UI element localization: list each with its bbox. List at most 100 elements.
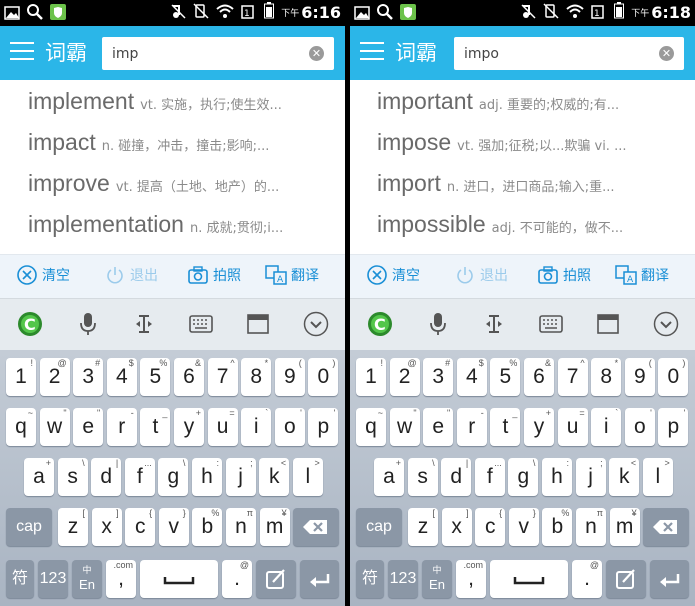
clear-button[interactable]: 清空 xyxy=(16,264,70,286)
key-j[interactable]: j; xyxy=(225,458,256,496)
key-y[interactable]: y + xyxy=(524,408,554,446)
key-l[interactable]: l > xyxy=(292,458,323,496)
key-w[interactable]: w " xyxy=(389,408,420,446)
key-8[interactable]: 8 * xyxy=(591,358,622,396)
key-u[interactable]: u = xyxy=(207,408,238,446)
exit-button[interactable]: 退出 xyxy=(454,264,508,286)
space-key[interactable] xyxy=(490,560,568,598)
symbol-key[interactable]: 符 xyxy=(356,560,384,598)
list-item[interactable]: impact n. 碰撞，冲击，撞击;影响;... xyxy=(28,129,341,163)
key-s[interactable]: s \ xyxy=(57,458,88,496)
language-switch-key[interactable]: 中 En xyxy=(72,560,102,598)
key-7[interactable]: 7 ^ xyxy=(557,358,588,396)
key-2[interactable]: 2 @ xyxy=(389,358,420,396)
key-k[interactable]: k < xyxy=(609,458,640,496)
key-5[interactable]: 5% xyxy=(490,358,521,396)
list-item[interactable]: implementation n. 成就;贯彻;i... xyxy=(28,211,341,245)
clipboard-icon[interactable] xyxy=(594,310,622,338)
key-0[interactable]: 0) xyxy=(308,358,339,396)
key-n[interactable]: nπ xyxy=(226,508,256,546)
key-e[interactable]: e " xyxy=(423,408,454,446)
keyboard-icon[interactable] xyxy=(187,310,215,338)
key-z[interactable]: z[ xyxy=(58,508,88,546)
key-o[interactable]: o ' xyxy=(274,408,305,446)
key-g[interactable]: g \ xyxy=(158,458,189,496)
key-4[interactable]: 4 $ xyxy=(106,358,137,396)
key-h[interactable]: h: xyxy=(542,458,572,496)
list-item[interactable]: implement vt. 实施，执行;使生效... xyxy=(28,88,341,122)
comma-key[interactable]: , .com xyxy=(106,560,136,598)
key-e[interactable]: e " xyxy=(73,408,104,446)
key-t[interactable]: t _ xyxy=(140,408,171,446)
ime-logo-icon[interactable]: C xyxy=(366,310,394,338)
key-d[interactable]: d | xyxy=(441,458,472,496)
key-p[interactable]: p ' xyxy=(658,408,689,446)
key-b[interactable]: b% xyxy=(542,508,573,546)
key-j[interactable]: j; xyxy=(575,458,606,496)
translate-button[interactable]: A 翻译 xyxy=(265,264,319,286)
key-n[interactable]: nπ xyxy=(576,508,606,546)
exit-button[interactable]: 退出 xyxy=(104,264,158,286)
key-f[interactable]: f... xyxy=(124,458,155,496)
space-key[interactable] xyxy=(140,560,218,598)
key-u[interactable]: u = xyxy=(557,408,588,446)
key-4[interactable]: 4 $ xyxy=(456,358,487,396)
key-1[interactable]: 1! xyxy=(356,358,386,396)
key-x[interactable]: x] xyxy=(91,508,122,546)
backspace-key[interactable] xyxy=(293,508,339,546)
period-key[interactable]: . @ xyxy=(572,560,602,598)
cursor-move-icon[interactable] xyxy=(480,310,508,338)
key-p[interactable]: p ' xyxy=(308,408,339,446)
symbol-key[interactable]: 符 xyxy=(6,560,34,598)
photo-button[interactable]: 拍照 xyxy=(537,264,591,286)
key-b[interactable]: b% xyxy=(192,508,223,546)
key-6[interactable]: 6 & xyxy=(174,358,204,396)
key-f[interactable]: f... xyxy=(474,458,505,496)
number-key[interactable]: 123 xyxy=(38,560,68,598)
key-z[interactable]: z[ xyxy=(408,508,438,546)
list-item[interactable]: important adj. 重要的;权威的;有... xyxy=(377,88,691,122)
search-box[interactable]: ✕ xyxy=(102,37,334,70)
keyboard-icon[interactable] xyxy=(537,310,565,338)
caps-key[interactable]: cap xyxy=(6,508,52,546)
key-g[interactable]: g \ xyxy=(508,458,539,496)
key-a[interactable]: a + xyxy=(374,458,404,496)
list-item[interactable]: import n. 进口，进口商品;输入;重... xyxy=(377,170,691,204)
key-0[interactable]: 0) xyxy=(658,358,689,396)
list-item[interactable]: improve vt. 提高（土地、地产）的... xyxy=(28,170,341,204)
translate-button[interactable]: A 翻译 xyxy=(615,264,669,286)
key-x[interactable]: x] xyxy=(441,508,472,546)
search-input[interactable] xyxy=(112,37,297,70)
key-h[interactable]: h: xyxy=(192,458,222,496)
language-switch-key[interactable]: 中 En xyxy=(422,560,452,598)
key-9[interactable]: 9( xyxy=(274,358,305,396)
key-s[interactable]: s \ xyxy=(407,458,438,496)
menu-icon[interactable] xyxy=(10,42,34,62)
list-item[interactable]: impose vt. 强加;征税;以...欺骗 vi. ... xyxy=(377,129,691,163)
clear-button[interactable]: 清空 xyxy=(366,264,420,286)
key-m[interactable]: m ¥ xyxy=(609,508,640,546)
microphone-icon[interactable] xyxy=(74,310,102,338)
backspace-key[interactable] xyxy=(643,508,689,546)
search-box[interactable]: ✕ xyxy=(454,37,684,70)
key-o[interactable]: o ' xyxy=(624,408,655,446)
key-c[interactable]: c{ xyxy=(475,508,506,546)
key-5[interactable]: 5% xyxy=(140,358,171,396)
key-v[interactable]: v} xyxy=(158,508,189,546)
search-input[interactable] xyxy=(464,37,649,70)
enter-key[interactable] xyxy=(650,560,689,598)
key-q[interactable]: q ~ xyxy=(6,408,36,446)
photo-button[interactable]: 拍照 xyxy=(187,264,241,286)
key-m[interactable]: m ¥ xyxy=(259,508,290,546)
key-3[interactable]: 3 # xyxy=(73,358,104,396)
key-9[interactable]: 9( xyxy=(624,358,655,396)
clear-search-icon[interactable]: ✕ xyxy=(659,46,674,61)
key-l[interactable]: l > xyxy=(642,458,673,496)
number-key[interactable]: 123 xyxy=(388,560,418,598)
key-6[interactable]: 6 & xyxy=(524,358,554,396)
key-q[interactable]: q ~ xyxy=(356,408,386,446)
emoticon-key[interactable] xyxy=(606,560,646,598)
key-7[interactable]: 7 ^ xyxy=(207,358,238,396)
comma-key[interactable]: , .com xyxy=(456,560,486,598)
key-i[interactable]: i ` xyxy=(241,408,272,446)
